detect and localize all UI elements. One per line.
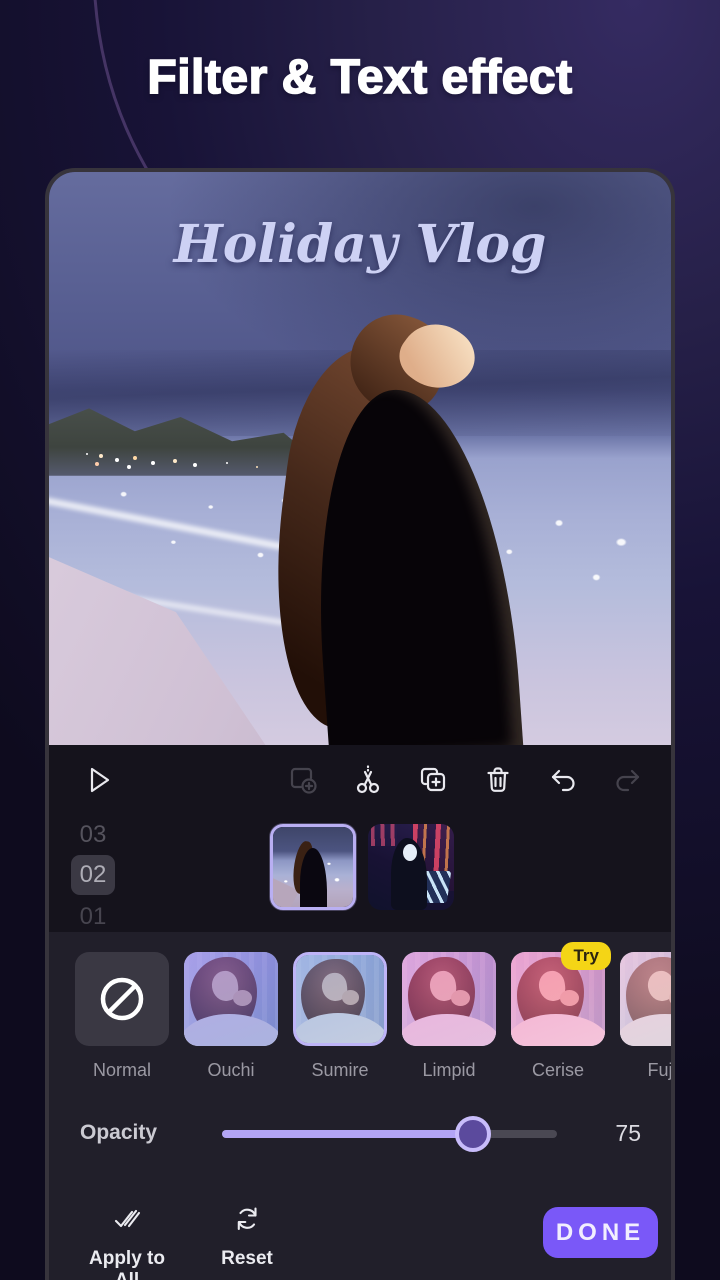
filter-thumb: [184, 952, 278, 1046]
opacity-value: 75: [615, 1120, 641, 1147]
clip-mask: [403, 844, 417, 861]
opacity-slider-fill: [222, 1130, 473, 1138]
filter-label: Cerise: [511, 1060, 605, 1081]
filter-thumb: [402, 952, 496, 1046]
timeline-clip-neon[interactable]: [368, 824, 454, 910]
filter-label: Fujin: [620, 1060, 675, 1081]
filter-label: Sumire: [293, 1060, 387, 1081]
opacity-slider-knob[interactable]: [455, 1116, 491, 1152]
filter-label: Normal: [75, 1060, 169, 1081]
track-label-01[interactable]: 01: [71, 903, 115, 931]
toolbar-actions: [286, 763, 645, 797]
done-button[interactable]: DONE: [543, 1207, 658, 1258]
opacity-slider[interactable]: [222, 1130, 557, 1138]
timeline-clip-beach[interactable]: [270, 824, 356, 910]
try-badge: Try: [561, 942, 611, 970]
duplicate-icon[interactable]: [416, 763, 450, 797]
reset-button[interactable]: Reset: [207, 1204, 287, 1270]
filter-thumb: [293, 952, 387, 1046]
filter-tile-fujin[interactable]: Fujin: [620, 952, 675, 1081]
filter-label: Limpid: [402, 1060, 496, 1081]
filter-thumb: [620, 952, 675, 1046]
add-clip-icon[interactable]: [286, 763, 320, 797]
track-label-03[interactable]: 03: [71, 821, 115, 849]
redo-icon[interactable]: [611, 763, 645, 797]
apply-to-all-label: Apply to All: [77, 1248, 177, 1280]
double-check-icon: [111, 1204, 143, 1234]
filter-tile-ouchi[interactable]: Ouchi: [184, 952, 278, 1081]
filter-tile-limpid[interactable]: Limpid: [402, 952, 496, 1081]
filter-thumb-none: [75, 952, 169, 1046]
apply-to-all-button[interactable]: Apply to All: [77, 1204, 177, 1280]
toolbar: [49, 745, 671, 815]
track-label-02-active[interactable]: 02: [71, 855, 115, 895]
page-title: Filter & Text effect: [0, 50, 720, 105]
cut-scissors-icon[interactable]: [351, 763, 385, 797]
reset-refresh-icon: [231, 1204, 263, 1234]
clip-neon-lights: [371, 824, 397, 846]
woman-silhouette: [279, 315, 515, 745]
filter-label: Ouchi: [184, 1060, 278, 1081]
app-screen: Filter & Text effect Holiday Vlog: [0, 0, 720, 1280]
delete-trash-icon[interactable]: [481, 763, 515, 797]
no-filter-icon: [98, 975, 146, 1023]
video-text-overlay: Holiday Vlog: [49, 214, 671, 275]
filter-tile-normal[interactable]: Normal: [75, 952, 169, 1081]
editor-frame: Holiday Vlog: [45, 168, 675, 1280]
play-button[interactable]: [82, 763, 116, 797]
undo-icon[interactable]: [546, 763, 580, 797]
filter-tile-cerise[interactable]: Try Cerise: [511, 952, 605, 1081]
opacity-label: Opacity: [80, 1121, 157, 1145]
filter-tile-sumire-selected[interactable]: Sumire: [293, 952, 387, 1081]
video-preview[interactable]: Holiday Vlog: [49, 172, 671, 745]
reset-label: Reset: [207, 1248, 287, 1270]
filter-panel: Normal Ouchi Sumire: [49, 932, 671, 1280]
timeline: 03 02 01: [49, 815, 671, 932]
